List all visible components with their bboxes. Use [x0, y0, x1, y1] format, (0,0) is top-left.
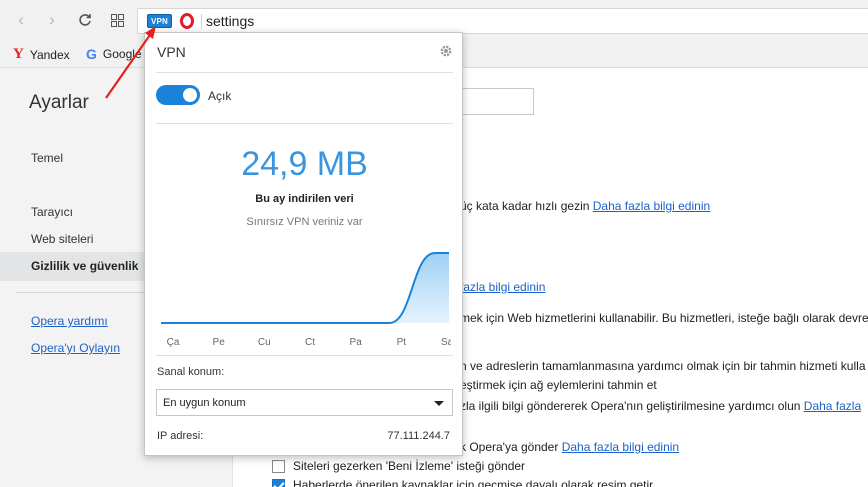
settings-title: Ayarlar	[29, 92, 89, 113]
opera-logo-icon	[180, 13, 194, 29]
gear-icon[interactable]	[438, 43, 454, 59]
main-text-line: zla ilgili bilgi göndererek Opera'nın ge…	[460, 399, 862, 413]
sidebar-item-tarayici[interactable]: Tarayıcı	[31, 205, 73, 219]
address-bar[interactable]: VPN settings	[137, 8, 868, 34]
bookmark-yandex[interactable]: Y Yandex	[13, 46, 70, 63]
x-tick-label: Pe	[213, 337, 226, 348]
address-text[interactable]: settings	[206, 13, 254, 29]
opera-help-link[interactable]: Opera yardımı	[31, 314, 108, 328]
location-value: En uygun konum	[163, 397, 246, 409]
x-tick-label: Sa	[441, 337, 451, 348]
settings-search-input[interactable]	[453, 88, 534, 115]
annotation-arrow	[105, 26, 156, 99]
learn-more-link[interactable]: fazla bilgi edinin	[460, 280, 545, 294]
learn-more-link[interactable]: Daha fazla	[804, 399, 861, 413]
vpn-popup: VPN Açık 24,9 MB Bu ay indirilen veri Sı…	[144, 32, 463, 456]
main-text-line: n ve adreslerin tamamlanmasına yardımcı …	[460, 359, 866, 373]
usage-area	[161, 253, 449, 323]
popup-divider	[156, 355, 453, 356]
bookmark-label: Yandex	[29, 47, 70, 62]
ip-label: IP adresi:	[157, 430, 204, 442]
checkbox-label: Siteleri gezerken 'Beni İzleme' isteği g…	[293, 459, 526, 473]
news-images-checkbox[interactable]	[272, 478, 285, 487]
main-text-line: mek için Web hizmetlerini kullanabilir. …	[460, 311, 868, 325]
back-icon[interactable]: ‹	[11, 10, 31, 30]
popup-divider	[156, 123, 453, 124]
data-caption: Bu ay indirilen veri	[255, 193, 354, 205]
location-select[interactable]: En uygun konum	[156, 389, 453, 416]
x-tick-label: Pa	[350, 337, 363, 348]
do-not-track-row[interactable]: Siteleri gezerken 'Beni İzleme' isteği g…	[272, 459, 525, 473]
address-separator	[201, 14, 202, 29]
sidebar-item-temel[interactable]: Temel	[31, 151, 63, 165]
forward-icon[interactable]: ›	[42, 10, 62, 30]
x-tick-label: Ça	[167, 337, 180, 348]
ip-value: 77.111.244.7	[387, 430, 450, 442]
vpn-toggle-label: Açık	[208, 89, 232, 103]
usage-chart: Ça Pe Cu Ct Pa Pt Sa	[161, 252, 451, 348]
x-tick-label: Pt	[397, 337, 407, 348]
location-label: Sanal konum:	[157, 366, 225, 378]
sidebar-item-label: Gizlilik ve güvenlik	[31, 259, 139, 273]
data-note: Sınırsız VPN veriniz var	[246, 216, 363, 228]
main-text-line: fazla bilgi edinin	[460, 280, 545, 294]
main-text-line: üç kata kadar hızlı gezin Daha fazla bil…	[460, 199, 711, 213]
data-amount: 24,9 MB	[241, 145, 368, 183]
google-icon: G	[86, 46, 97, 62]
do-not-track-checkbox[interactable]	[272, 459, 285, 473]
news-images-row[interactable]: Haberlerde önerilen kaynaklar için geçmi…	[272, 478, 653, 487]
popup-divider	[156, 72, 453, 73]
main-text-line: k Opera'ya gönder Daha fazla bilgi edini…	[460, 440, 680, 454]
rate-opera-link[interactable]: Opera'yı Oylayın	[31, 341, 120, 355]
x-tick-label: Ct	[305, 337, 315, 348]
x-tick-label: Cu	[258, 337, 271, 348]
chevron-down-icon	[434, 401, 444, 406]
sidebar-item-web-siteleri[interactable]: Web siteleri	[31, 232, 93, 246]
reload-icon[interactable]	[75, 10, 95, 30]
learn-more-link[interactable]: Daha fazla bilgi edinin	[593, 199, 710, 213]
main-text-line: eştirmek için ağ eylemlerini tahmin et	[460, 378, 657, 392]
yandex-icon: Y	[13, 46, 24, 62]
learn-more-link[interactable]: Daha fazla bilgi edinin	[562, 440, 679, 454]
checkbox-label: Haberlerde önerilen kaynaklar için geçmi…	[293, 478, 654, 487]
